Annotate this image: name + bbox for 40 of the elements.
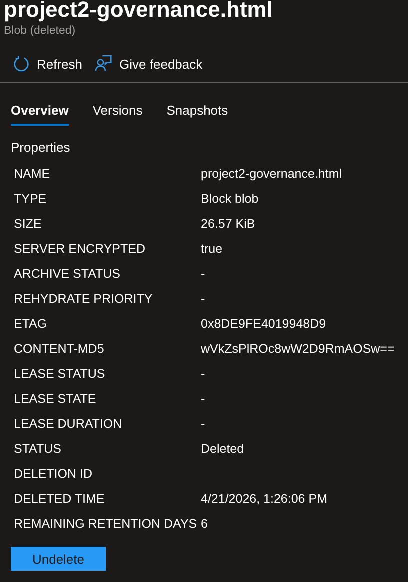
property-value: 0x8DE9FE4019948D9	[201, 316, 328, 330]
property-label: ARCHIVE STATUS	[14, 266, 122, 280]
tab[interactable]: Versions	[92, 103, 143, 126]
property-value: -	[201, 392, 206, 406]
property-label: ETAG	[14, 316, 48, 330]
page-subtitle: Blob (deleted)	[4, 25, 77, 37]
property-value: project2-governance.html	[201, 166, 344, 180]
page-title: project2-governance.html	[4, 0, 274, 22]
undelete-button[interactable]: Undelete	[11, 547, 106, 571]
toolbar-button[interactable]: Give feedback	[92, 53, 205, 76]
property-value: wVkZsPlROc8wW2D9RmAOSw==	[201, 342, 396, 356]
property-value: 4/21/2026, 1:26:06 PM	[201, 492, 328, 506]
property-label: SIZE	[14, 216, 43, 230]
tab[interactable]: Snapshots	[166, 103, 228, 126]
property-value: 26.57 KiB	[201, 216, 256, 230]
property-label: LEASE STATUS	[14, 366, 106, 380]
property-value: -	[201, 266, 206, 280]
section-heading: Properties	[10, 139, 72, 155]
refresh-icon	[12, 55, 31, 74]
property-label: LEASE DURATION	[14, 416, 124, 430]
person-speech-icon	[94, 55, 114, 74]
property-value: -	[201, 416, 206, 430]
property-value: -	[201, 366, 206, 380]
property-label: DELETION ID	[14, 466, 94, 480]
property-value: 6	[201, 516, 209, 530]
property-value: Block blob	[201, 192, 260, 206]
property-label: REHYDRATE PRIORITY	[14, 292, 154, 306]
property-value: -	[201, 292, 206, 306]
toolbar-button[interactable]: Refresh	[10, 53, 85, 76]
property-label: LEASE STATE	[14, 392, 98, 406]
property-label: SERVER ENCRYPTED	[14, 242, 147, 256]
property-value: true	[201, 242, 224, 256]
property-label: NAME	[14, 166, 52, 180]
property-label: TYPE	[14, 192, 48, 206]
tab[interactable]: Overview	[11, 103, 69, 126]
property-label: CONTENT-MD5	[14, 342, 106, 356]
property-value: Deleted	[201, 442, 246, 456]
property-label: STATUS	[14, 442, 62, 456]
property-label: DELETED TIME	[14, 492, 106, 506]
property-label: REMAINING RETENTION DAYS	[14, 516, 198, 530]
